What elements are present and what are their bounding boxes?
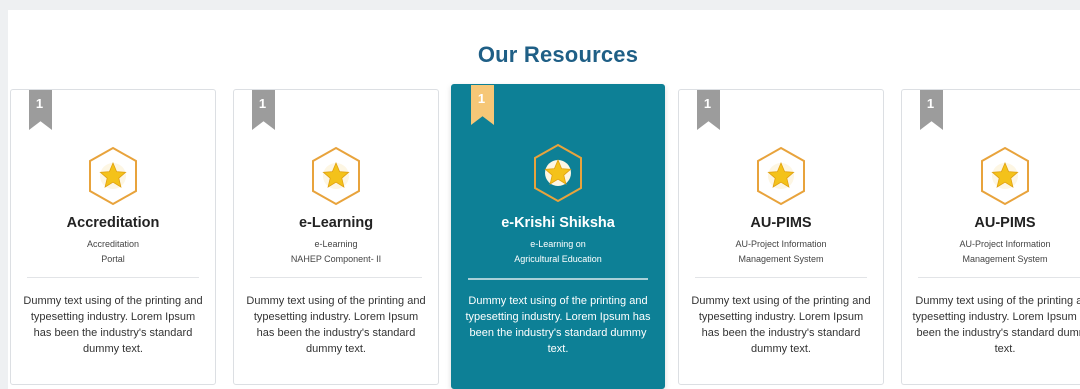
star-hexagon-icon bbox=[979, 146, 1031, 206]
resource-card-elearning[interactable]: 1 e-Learning e-Learning NAHEP Component-… bbox=[233, 89, 439, 385]
card-description: Dummy text using of the printing and typ… bbox=[23, 295, 203, 355]
star-hexagon-icon bbox=[87, 146, 139, 206]
card-title: AU-PIMS bbox=[974, 215, 1036, 231]
card-title: AU-PIMS bbox=[750, 215, 812, 231]
resource-card-accreditation[interactable]: 1 Accreditation Accreditation Portal Dum… bbox=[10, 89, 216, 385]
card-divider bbox=[468, 278, 648, 280]
card-description: Dummy text using of the printing and typ… bbox=[912, 295, 1080, 355]
resource-card-ekrishi-shiksha[interactable]: 1 e-Krishi Shiksha e-Learning on Agricul… bbox=[451, 84, 665, 389]
resource-card-au-pims[interactable]: 1 AU-PIMS AU-Project Information Managem… bbox=[678, 89, 884, 385]
section-title: Our Resources bbox=[477, 42, 639, 67]
card-divider bbox=[918, 277, 1080, 278]
card-title: e-Learning bbox=[298, 215, 374, 231]
card-divider bbox=[695, 277, 867, 278]
card-subtitle: AU-Project Information Management System bbox=[735, 239, 827, 264]
card-divider bbox=[27, 277, 199, 278]
card-subtitle: Accreditation Portal bbox=[86, 239, 140, 264]
rank-ribbon: 1 bbox=[29, 90, 52, 130]
card-description: Dummy text using of the printing and typ… bbox=[691, 295, 871, 355]
rank-ribbon: 1 bbox=[471, 85, 494, 125]
card-subtitle: e-Learning NAHEP Component- II bbox=[290, 239, 382, 264]
card-description: Dummy text using of the printing and typ… bbox=[246, 295, 426, 355]
card-subtitle: AU-Project Information Management System bbox=[959, 239, 1051, 264]
card-subtitle: e-Learning on Agricultural Education bbox=[514, 239, 602, 264]
rank-ribbon: 1 bbox=[920, 90, 943, 130]
rank-ribbon: 1 bbox=[697, 90, 720, 130]
rank-ribbon: 1 bbox=[252, 90, 275, 130]
card-title: Accreditation bbox=[66, 215, 160, 231]
card-title: e-Krishi Shiksha bbox=[501, 215, 615, 231]
card-divider bbox=[250, 277, 422, 278]
star-hexagon-icon bbox=[755, 146, 807, 206]
card-description: Dummy text using of the printing and typ… bbox=[465, 295, 651, 355]
star-hexagon-icon bbox=[532, 143, 584, 203]
resource-card-au-pims-2[interactable]: 1 AU-PIMS AU-Project Information Managem… bbox=[901, 89, 1080, 385]
star-hexagon-icon bbox=[310, 146, 362, 206]
